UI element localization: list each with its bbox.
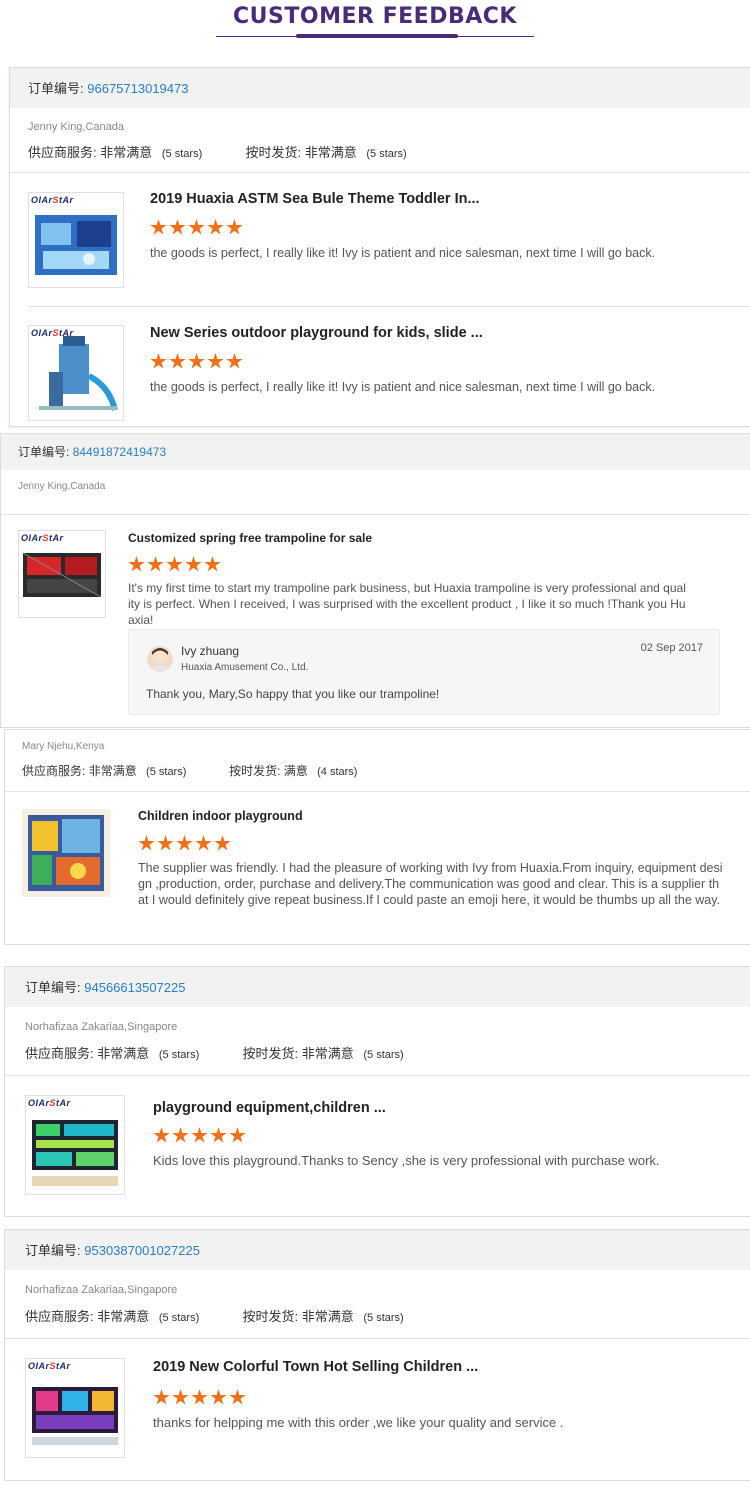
- service-stars: (5 stars): [158, 1312, 200, 1324]
- reply-date: 02 Sep 2017: [640, 642, 703, 654]
- service-stars: (5 stars): [158, 1049, 200, 1061]
- customer-name: Mary Njehu,Kenya: [22, 741, 105, 752]
- order-number[interactable]: 94566613507225: [84, 980, 185, 995]
- review-text: The supplier was friendly. I had the ple…: [138, 861, 723, 907]
- feedback-header: CUSTOMER FEEDBACK: [0, 0, 750, 40]
- product-title[interactable]: Children indoor playground: [138, 809, 303, 823]
- product-title[interactable]: 2019 New Colorful Town Hot Selling Child…: [153, 1359, 478, 1375]
- star-rating: [150, 219, 245, 237]
- star-rating: [150, 353, 245, 371]
- product-image[interactable]: OIArStAr: [25, 1358, 125, 1458]
- review-text: the goods is perfect, I really like it! …: [150, 380, 656, 394]
- service-label: 供应商服务:: [25, 1046, 94, 1061]
- rating-summary: 供应商服务: 非常满意 (5 stars) 按时发货: 满意 (4 stars): [22, 762, 357, 779]
- reply-author: Ivy zhuang: [181, 644, 240, 658]
- rating-summary: 供应商服务: 非常满意 (5 stars) 按时发货: 非常满意 (5 star…: [25, 1306, 404, 1325]
- brand-logo: OIArStAr: [28, 1361, 71, 1371]
- star-rating: [153, 1127, 248, 1145]
- customer-name: Jenny King,Canada: [28, 121, 125, 133]
- service-label: 供应商服务:: [22, 764, 86, 778]
- rating-summary: 供应商服务: 非常满意 (5 stars) 按时发货: 非常满意 (5 star…: [28, 142, 407, 161]
- star-rating: [128, 556, 223, 574]
- feedback-card-4: 订单编号: 94566613507225 Norhafizaa Zakariaa…: [4, 966, 750, 1217]
- brand-logo: OIArStAr: [28, 1098, 71, 1108]
- order-label: 订单编号:: [28, 81, 84, 96]
- avatar: [147, 646, 173, 672]
- order-bar: 订单编号: 84491872419473: [1, 434, 750, 470]
- order-bar: 订单编号: 94566613507225: [5, 967, 750, 1007]
- order-bar: 订单编号: 96675713019473: [10, 68, 750, 108]
- title-accent-bar: [296, 34, 458, 38]
- review-text: Kids love this playground.Thanks to Senc…: [153, 1153, 660, 1168]
- star-rating: [153, 1389, 248, 1407]
- service-value: 非常满意: [97, 1046, 150, 1061]
- shipping-value: 非常满意: [301, 1046, 354, 1061]
- customer-name: Norhafizaa Zakariaa,Singapore: [25, 1284, 178, 1296]
- product-image[interactable]: OIArStAr: [28, 325, 124, 421]
- order-number[interactable]: 9530387001027225: [84, 1243, 200, 1258]
- star-rating: [138, 835, 233, 853]
- brand-logo: OIArStAr: [31, 328, 74, 338]
- customer-name: Norhafizaa Zakariaa,Singapore: [25, 1021, 178, 1033]
- service-label: 供应商服务:: [28, 145, 97, 160]
- shipping-value: 非常满意: [304, 145, 357, 160]
- review-text: the goods is perfect, I really like it! …: [150, 246, 656, 260]
- product-title[interactable]: New Series outdoor playground for kids, …: [150, 325, 483, 341]
- order-number[interactable]: 96675713019473: [87, 81, 188, 96]
- feedback-card-1: 订单编号: 96675713019473 Jenny King,Canada 供…: [9, 67, 750, 427]
- order-bar: 订单编号: 9530387001027225: [5, 1230, 750, 1270]
- product-title[interactable]: playground equipment,children ...: [153, 1100, 386, 1116]
- shipping-value: 非常满意: [301, 1309, 354, 1324]
- order-number[interactable]: 84491872419473: [73, 445, 166, 459]
- page-title: CUSTOMER FEEDBACK: [233, 4, 517, 29]
- feedback-card-5: 订单编号: 9530387001027225 Norhafizaa Zakari…: [4, 1229, 750, 1481]
- product-image[interactable]: OIArStAr: [28, 192, 124, 288]
- shipping-stars: (5 stars): [363, 1312, 404, 1324]
- service-value: 非常满意: [88, 764, 137, 778]
- product-image[interactable]: OIArStAr: [18, 530, 106, 618]
- feedback-card-3: Mary Njehu,Kenya 供应商服务: 非常满意 (5 stars) 按…: [4, 729, 750, 945]
- review-text: thanks for helpping me with this order ,…: [153, 1415, 564, 1430]
- service-value: 非常满意: [100, 145, 153, 160]
- order-label: 订单编号:: [25, 1243, 81, 1258]
- rating-summary: 供应商服务: 非常满意 (5 stars) 按时发货: 非常满意 (5 star…: [25, 1043, 404, 1062]
- review-text: It's my first time to start my trampolin…: [128, 581, 686, 627]
- product-title[interactable]: Customized spring free trampoline for sa…: [128, 531, 372, 545]
- order-label: 订单编号:: [25, 980, 81, 995]
- shipping-stars: (4 stars): [317, 766, 358, 778]
- reply-text: Thank you, Mary,So happy that you like o…: [146, 687, 440, 701]
- shipping-label: 按时发货:: [242, 1309, 299, 1324]
- shipping-label: 按时发货:: [229, 764, 281, 778]
- shipping-stars: (5 stars): [363, 1049, 404, 1061]
- customer-name: Jenny King,Canada: [18, 481, 106, 492]
- reply-company: Huaxia Amusement Co., Ltd.: [181, 662, 309, 673]
- service-label: 供应商服务:: [25, 1309, 94, 1324]
- product-title[interactable]: 2019 Huaxia ASTM Sea Bule Theme Toddler …: [150, 191, 480, 207]
- product-image[interactable]: OIArStAr: [25, 1095, 125, 1195]
- shipping-label: 按时发货:: [245, 145, 302, 160]
- shipping-stars: (5 stars): [366, 148, 407, 160]
- shipping-label: 按时发货:: [242, 1046, 299, 1061]
- order-label: 订单编号:: [18, 445, 70, 459]
- service-stars: (5 stars): [146, 766, 187, 778]
- shipping-value: 满意: [283, 764, 308, 778]
- feedback-card-2: 订单编号: 84491872419473 Jenny King,Canada O…: [0, 433, 750, 728]
- service-stars: (5 stars): [161, 148, 203, 160]
- product-image[interactable]: [22, 809, 110, 897]
- brand-logo: OIArStAr: [21, 533, 64, 543]
- brand-logo: OIArStAr: [31, 195, 74, 205]
- service-value: 非常满意: [97, 1309, 150, 1324]
- seller-reply: Ivy zhuang Huaxia Amusement Co., Ltd. 02…: [128, 629, 720, 715]
